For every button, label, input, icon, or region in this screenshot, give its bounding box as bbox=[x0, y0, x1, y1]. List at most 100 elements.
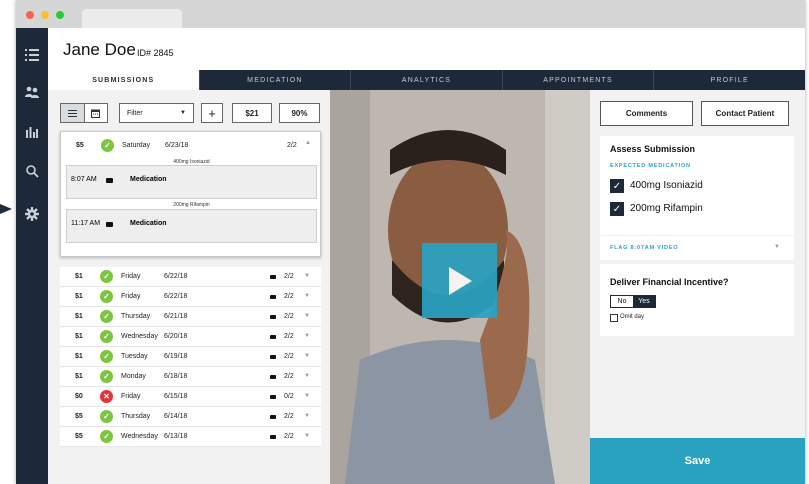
medication-video-card[interactable]: 8:07 AM Medication bbox=[66, 165, 317, 199]
chevron-down-icon: ▼ bbox=[774, 244, 780, 250]
submission-row[interactable]: $0 ✕ Friday 6/15/18 0/2 ▼ bbox=[60, 387, 321, 407]
play-button[interactable] bbox=[422, 243, 497, 318]
expected-med-label: 200mg Rifampin bbox=[630, 203, 703, 214]
chevron-down-icon[interactable]: ▼ bbox=[304, 273, 310, 279]
medication-video-card[interactable]: 11:17 AM Medication bbox=[66, 209, 317, 243]
submission-amount: $1 bbox=[75, 353, 83, 360]
toggle-yes[interactable]: Yes bbox=[633, 296, 655, 307]
video-camera-icon bbox=[270, 395, 276, 399]
submission-date: 6/20/18 bbox=[164, 333, 188, 340]
video-camera-icon bbox=[106, 222, 113, 227]
x-circle-icon: ✕ bbox=[100, 390, 113, 403]
submission-amount: $1 bbox=[75, 313, 83, 320]
submission-day: Wednesday bbox=[121, 433, 158, 440]
submission-row[interactable]: $1 ✓ Tuesday 6/19/18 2/2 ▼ bbox=[60, 347, 321, 367]
chevron-down-icon[interactable]: ▼ bbox=[304, 313, 310, 319]
search-icon[interactable] bbox=[16, 160, 48, 182]
submission-row[interactable]: $1 ✓ Thursday 6/21/18 2/2 ▼ bbox=[60, 307, 321, 327]
flag-video-label: FLAG 8:07AM VIDEO bbox=[610, 245, 679, 251]
assess-title: Assess Submission bbox=[610, 144, 696, 154]
sidebar bbox=[16, 28, 48, 484]
expanded-submission[interactable]: $5 ✓ Saturday 6/23/18 2/2 ▲ 400mg Isonia… bbox=[60, 131, 321, 257]
video-camera-icon bbox=[270, 415, 276, 419]
submission-amount: $0 bbox=[75, 393, 83, 400]
contact-patient-button[interactable]: Contact Patient bbox=[701, 101, 789, 126]
chevron-down-icon[interactable]: ▼ bbox=[304, 353, 310, 359]
gear-icon[interactable] bbox=[16, 203, 48, 225]
med-title: Medication bbox=[130, 220, 167, 227]
users-icon[interactable] bbox=[16, 81, 48, 103]
patient-id: ID# 2845 bbox=[137, 48, 174, 58]
submission-row[interactable]: $1 ✓ Wednesday 6/20/18 2/2 ▼ bbox=[60, 327, 321, 347]
video-camera-icon bbox=[270, 275, 276, 279]
close-window-icon[interactable] bbox=[26, 11, 34, 19]
check-circle-icon: ✓ bbox=[100, 410, 113, 423]
expected-med-label: 400mg Isoniazid bbox=[630, 180, 703, 191]
omit-day-label: Omit day bbox=[620, 314, 645, 320]
submission-date: 6/22/18 bbox=[164, 293, 188, 300]
check-circle-icon: ✓ bbox=[100, 270, 113, 283]
video-player[interactable] bbox=[330, 90, 590, 484]
submission-row[interactable]: $5 ✓ Wednesday 6/13/18 2/2 ▼ bbox=[60, 427, 321, 447]
submission-amount: $1 bbox=[75, 333, 83, 340]
minimize-window-icon[interactable] bbox=[41, 11, 49, 19]
submission-day: Friday bbox=[121, 393, 141, 400]
submission-date: 6/21/18 bbox=[164, 313, 188, 320]
check-circle-icon: ✓ bbox=[100, 370, 113, 383]
check-circle-icon: ✓ bbox=[100, 330, 113, 343]
chevron-up-icon[interactable]: ▲ bbox=[305, 140, 311, 146]
submission-day: Tuesday bbox=[121, 353, 148, 360]
assess-card: Assess Submission EXPECTED MEDICATION ✓ … bbox=[600, 136, 794, 235]
flag-video-dropdown[interactable]: FLAG 8:07AM VIDEO ▼ bbox=[600, 236, 794, 260]
tab-profile[interactable]: PROFILE bbox=[654, 70, 805, 90]
submission-row[interactable]: $1 ✓ Friday 6/22/18 2/2 ▼ bbox=[60, 267, 321, 287]
check-circle-icon: ✓ bbox=[100, 430, 113, 443]
chevron-down-icon[interactable]: ▼ bbox=[304, 293, 310, 299]
submission-amount: $5 bbox=[75, 413, 83, 420]
submission-row[interactable]: $1 ✓ Friday 6/22/18 2/2 ▼ bbox=[60, 287, 321, 307]
submission-day: Thursday bbox=[121, 313, 151, 320]
bar-chart-icon[interactable] bbox=[16, 121, 48, 143]
amount-badge[interactable]: $21 bbox=[232, 103, 272, 123]
tab-medication[interactable]: MEDICATION bbox=[200, 70, 352, 90]
maximize-window-icon[interactable] bbox=[56, 11, 64, 19]
submission-row[interactable]: $1 ✓ Monday 6/18/18 2/2 ▼ bbox=[60, 367, 321, 387]
filter-select[interactable]: Filter ▼ bbox=[119, 103, 194, 123]
calendar-view-icon[interactable] bbox=[85, 104, 108, 122]
submission-date: 6/13/18 bbox=[164, 433, 188, 440]
check-circle-icon: ✓ bbox=[100, 350, 113, 363]
submission-day: Wednesday bbox=[121, 333, 158, 340]
checkbox-isoniazid[interactable]: ✓ bbox=[610, 179, 624, 193]
comments-button[interactable]: Comments bbox=[600, 101, 693, 126]
submission-day: Thursday bbox=[121, 413, 151, 420]
patient-name: Jane Doe bbox=[63, 40, 136, 59]
browser-tab[interactable] bbox=[82, 9, 182, 28]
chevron-down-icon[interactable]: ▼ bbox=[304, 433, 310, 439]
percent-badge[interactable]: 90% bbox=[279, 103, 320, 123]
add-button[interactable]: + bbox=[201, 103, 223, 123]
tab-appointments[interactable]: APPOINTMENTS bbox=[503, 70, 655, 90]
expected-medication-label: EXPECTED MEDICATION bbox=[610, 163, 691, 169]
video-camera-icon bbox=[270, 375, 276, 379]
chevron-down-icon[interactable]: ▼ bbox=[304, 413, 310, 419]
checkbox-rifampin[interactable]: ✓ bbox=[610, 202, 624, 216]
toggle-no[interactable]: No bbox=[611, 296, 633, 307]
tab-submissions[interactable]: SUBMISSIONS bbox=[48, 70, 200, 90]
chevron-down-icon[interactable]: ▼ bbox=[304, 333, 310, 339]
submission-day: Friday bbox=[121, 273, 141, 280]
save-button[interactable]: Save bbox=[590, 438, 805, 484]
chevron-down-icon[interactable]: ▼ bbox=[304, 393, 310, 399]
med-title: Medication bbox=[130, 176, 167, 183]
submission-row[interactable]: $5 ✓ Thursday 6/14/18 2/2 ▼ bbox=[60, 407, 321, 427]
list-spacer bbox=[60, 257, 321, 267]
chevron-down-icon[interactable]: ▼ bbox=[304, 373, 310, 379]
tab-analytics[interactable]: ANALYTICS bbox=[351, 70, 503, 90]
submission-amount: $1 bbox=[75, 373, 83, 380]
med-time: 11:17 AM bbox=[71, 220, 101, 227]
submission-count: 2/2 bbox=[284, 293, 294, 300]
menu-list-icon[interactable] bbox=[16, 44, 48, 66]
list-view-icon[interactable] bbox=[61, 104, 85, 122]
omit-day-checkbox[interactable] bbox=[610, 314, 618, 322]
filter-label: Filter bbox=[127, 109, 143, 117]
video-camera-icon bbox=[270, 315, 276, 319]
